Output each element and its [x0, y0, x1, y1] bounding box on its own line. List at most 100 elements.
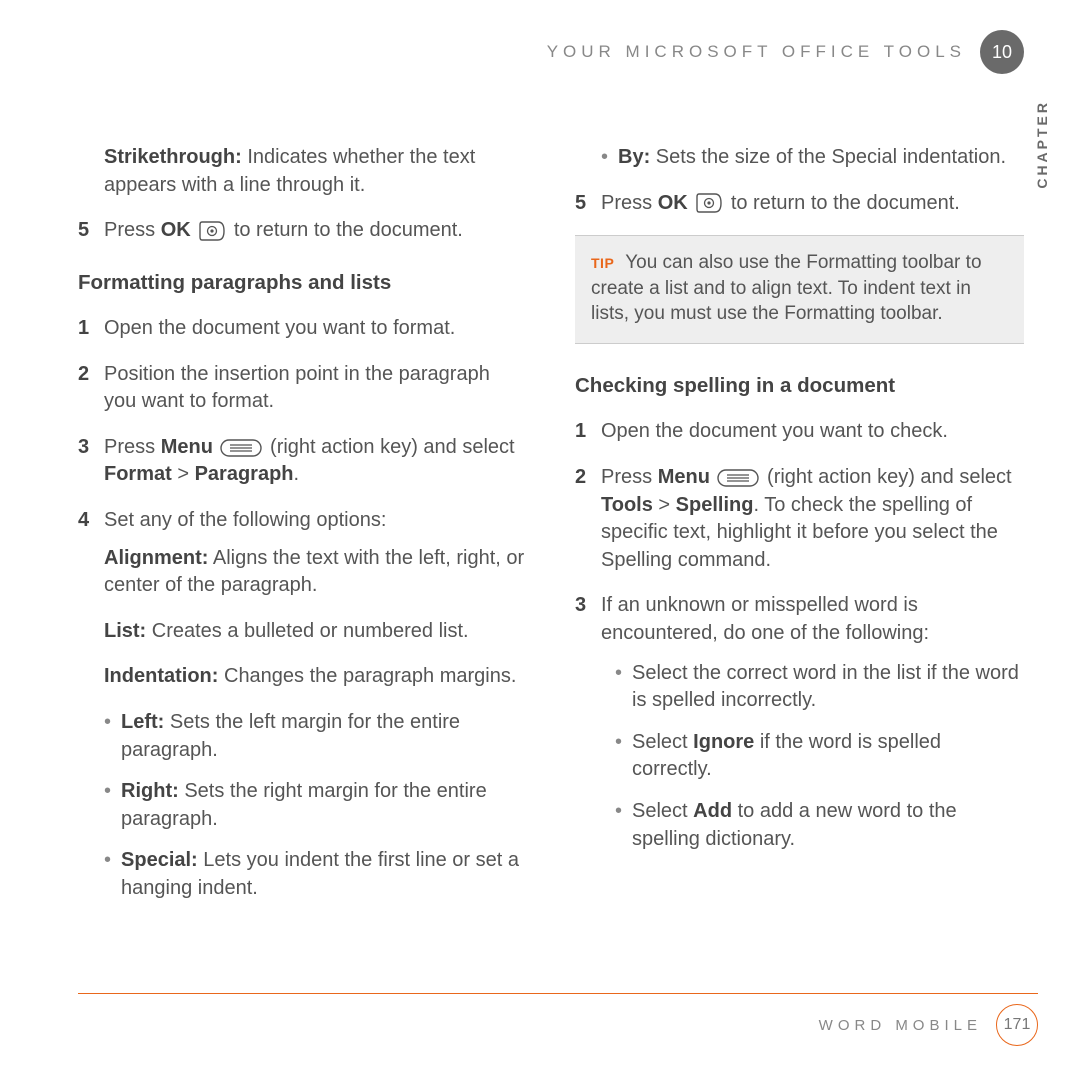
bullet-icon: • — [601, 144, 608, 172]
indent-bullets: • Left: Sets the left margin for the ent… — [78, 709, 527, 903]
check-step-3: 3 If an unknown or misspelled word is en… — [575, 592, 1024, 647]
format-step-3: 3 Press Menu (right action key) and sele… — [78, 434, 527, 489]
left-step-5: 5 Press OK to return to the document. — [78, 217, 527, 245]
page-header: YOUR MICROSOFT OFFICE TOOLS 10 — [78, 30, 1024, 74]
footer-title: WORD MOBILE — [819, 1017, 982, 1034]
bullet-select-correct: • Select the correct word in the list if… — [615, 660, 1024, 715]
ignore-label: Ignore — [693, 731, 754, 753]
step-body: Set any of the following options: — [104, 507, 527, 535]
step-body: Press OK to return to the document. — [104, 217, 527, 245]
text: (right action key) and select — [767, 466, 1012, 488]
step-number: 4 — [78, 507, 92, 535]
chapter-side-label: CHAPTER — [1034, 100, 1050, 189]
bullet-body: Select Add to add a new word to the spel… — [632, 798, 1024, 853]
text: Press — [601, 466, 658, 488]
left-label: Left: — [121, 711, 164, 733]
format-step-4: 4 Set any of the following options: — [78, 507, 527, 535]
step-number: 1 — [575, 418, 589, 446]
bullet-body: Left: Sets the left margin for the entir… — [121, 709, 527, 764]
bullet-right: • Right: Sets the right margin for the e… — [104, 778, 527, 833]
bullet-body: By: Sets the size of the Special indenta… — [618, 144, 1006, 172]
step-number: 3 — [78, 434, 92, 489]
step-body: Open the document you want to check. — [601, 418, 1024, 446]
text: to return to the document. — [731, 192, 960, 214]
check-step-3-bullets: • Select the correct word in the list if… — [575, 660, 1024, 854]
bullet-add: • Select Add to add a new word to the sp… — [615, 798, 1024, 853]
bullet-ignore: • Select Ignore if the word is spelled c… — [615, 729, 1024, 784]
format-step-2: 2 Position the insertion point in the pa… — [78, 361, 527, 416]
list-text: Creates a bulleted or numbered list. — [146, 620, 468, 642]
by-label: By: — [618, 146, 650, 168]
tip-box: TIP You can also use the Formatting tool… — [575, 235, 1024, 344]
left-text: Sets the left margin for the entire para… — [121, 711, 460, 761]
alignment-desc: Alignment: Aligns the text with the left… — [78, 545, 527, 600]
bullet-icon: • — [104, 709, 111, 764]
tip-label: TIP — [591, 255, 614, 271]
tools-label: Tools — [601, 494, 653, 516]
special-label: Special: — [121, 849, 198, 871]
text: Press — [104, 219, 161, 241]
bullet-body: Right: Sets the right margin for the ent… — [121, 778, 527, 833]
bullet-icon: • — [104, 778, 111, 833]
by-text: Sets the size of the Special indentation… — [650, 146, 1006, 168]
text: (right action key) and select — [270, 436, 515, 458]
text: > — [172, 463, 195, 485]
ok-label: OK — [161, 219, 191, 241]
bullet-body: Special: Lets you indent the first line … — [121, 847, 527, 902]
text: to return to the document. — [234, 219, 463, 241]
step-body: Press Menu (right action key) and select… — [601, 464, 1024, 574]
header-title: YOUR MICROSOFT OFFICE TOOLS — [547, 42, 966, 62]
ok-key-icon — [695, 192, 723, 214]
bullet-body: Select Ignore if the word is spelled cor… — [632, 729, 1024, 784]
bullet-left: • Left: Sets the left margin for the ent… — [104, 709, 527, 764]
strikethrough-label: Strikethrough: — [104, 146, 242, 168]
indent-bullets-continued: • By: Sets the size of the Special inden… — [575, 144, 1024, 172]
right-step-5: 5 Press OK to return to the document. — [575, 190, 1024, 218]
alignment-label: Alignment: — [104, 547, 208, 569]
right-label: Right: — [121, 780, 179, 802]
add-label: Add — [693, 800, 732, 822]
step-number: 2 — [78, 361, 92, 416]
bullet-icon: • — [615, 798, 622, 853]
step-number: 2 — [575, 464, 589, 574]
text: Press — [104, 436, 161, 458]
indentation-desc: Indentation: Changes the paragraph margi… — [78, 663, 527, 691]
step-body: Position the insertion point in the para… — [104, 361, 527, 416]
ok-label: OK — [658, 192, 688, 214]
content-columns: Strikethrough: Indicates whether the tex… — [78, 144, 1024, 921]
step-body: Open the document you want to format. — [104, 315, 527, 343]
format-step-1: 1 Open the document you want to format. — [78, 315, 527, 343]
text: Select — [632, 800, 693, 822]
menu-key-icon — [220, 439, 262, 457]
bullet-icon: • — [615, 660, 622, 715]
heading-formatting: Formatting paragraphs and lists — [78, 269, 527, 297]
step-body: Press OK to return to the document. — [601, 190, 1024, 218]
list-desc: List: Creates a bulleted or numbered lis… — [78, 618, 527, 646]
text: . — [294, 463, 300, 485]
check-step-1: 1 Open the document you want to check. — [575, 418, 1024, 446]
menu-label: Menu — [161, 436, 213, 458]
bullet-icon: • — [104, 847, 111, 902]
step-number: 1 — [78, 315, 92, 343]
text: Select — [632, 731, 693, 753]
menu-key-icon — [717, 469, 759, 487]
page-footer: WORD MOBILE 171 — [78, 993, 1038, 1046]
left-column: Strikethrough: Indicates whether the tex… — [78, 144, 527, 921]
indentation-text: Changes the paragraph margins. — [218, 665, 516, 687]
spelling-label: Spelling — [676, 494, 754, 516]
heading-checking: Checking spelling in a document — [575, 372, 1024, 400]
right-column: • By: Sets the size of the Special inden… — [575, 144, 1024, 921]
indentation-label: Indentation: — [104, 665, 218, 687]
text: Press — [601, 192, 658, 214]
bullet-by: • By: Sets the size of the Special inden… — [601, 144, 1024, 172]
paragraph-label: Paragraph — [195, 463, 294, 485]
page-number-badge: 171 — [996, 1004, 1038, 1046]
step-number: 5 — [575, 190, 589, 218]
list-label: List: — [104, 620, 146, 642]
step-body: Press Menu (right action key) and select… — [104, 434, 527, 489]
format-label: Format — [104, 463, 172, 485]
bullet-special: • Special: Lets you indent the first lin… — [104, 847, 527, 902]
menu-label: Menu — [658, 466, 710, 488]
bullet-body: Select the correct word in the list if t… — [632, 660, 1024, 715]
ok-key-icon — [198, 220, 226, 242]
